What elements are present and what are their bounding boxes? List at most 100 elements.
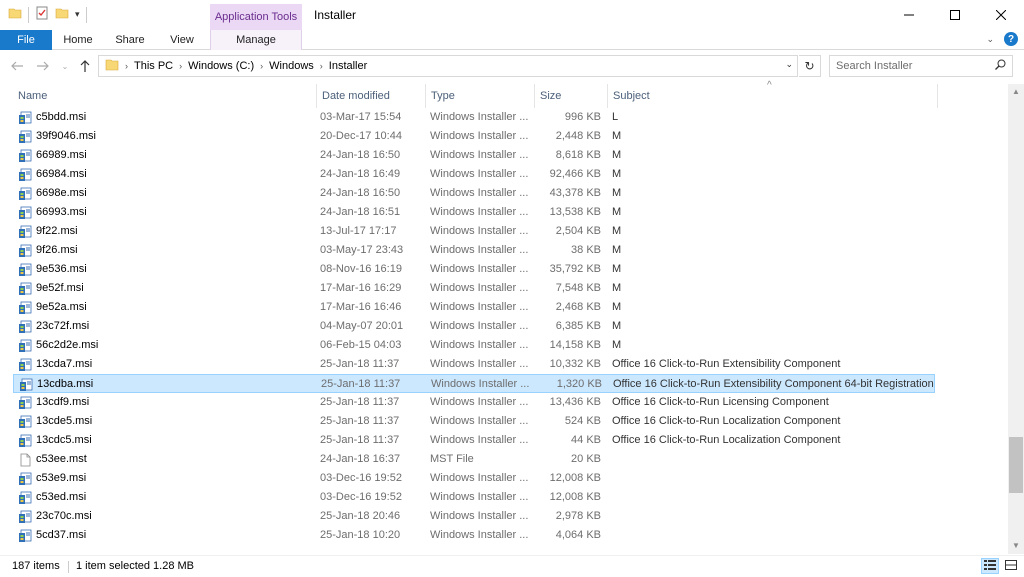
breadcrumb-windows[interactable]: Windows — [269, 60, 314, 72]
breadcrumb-this-pc[interactable]: This PC — [134, 60, 173, 72]
file-row[interactable]: 5cd37.msi 25-Jan-18 10:20 Windows Installe… — [13, 526, 935, 545]
column-header-size[interactable]: Size — [535, 84, 608, 108]
file-row[interactable]: c5bdd.msi 03-Mar-17 15:54 Windows Installe… — [13, 108, 935, 127]
chevron-down-icon[interactable]: ⌄ — [785, 59, 793, 70]
address-bar[interactable]: › This PC › Windows (C:) › Windows › Ins… — [98, 55, 798, 77]
chevron-right-icon[interactable]: › — [320, 61, 323, 71]
file-name-cell[interactable]: 9e52a.msi — [18, 298, 308, 317]
file-subject: M — [612, 149, 622, 161]
file-name-cell[interactable]: 66984.msi — [18, 165, 308, 184]
tab-view[interactable]: View — [156, 30, 208, 50]
file-row[interactable]: 39f9046.msi 20-Dec-17 10:44 Windows Instal… — [13, 127, 935, 146]
file-name-cell[interactable]: c53e9.msi — [18, 469, 308, 488]
file-name-cell[interactable]: c53ed.msi — [18, 488, 308, 507]
file-row[interactable]: 9f26.msi 03-May-17 23:43 Windows Installer… — [13, 241, 935, 260]
breadcrumb: › This PC › Windows (C:) › Windows › Ins… — [99, 58, 367, 74]
column-header-date[interactable]: Date modified — [317, 84, 426, 108]
recent-locations-icon[interactable]: ⌄ — [56, 56, 74, 76]
file-name-cell[interactable]: 13cdba.msi — [19, 375, 309, 394]
file-row[interactable]: 13cdba.msi 25-Jan-18 11:37 Windows Install… — [13, 374, 935, 393]
file-row[interactable]: 13cdc5.msi 25-Jan-18 11:37 Windows Install… — [13, 431, 935, 450]
column-header-type[interactable]: Type — [426, 84, 535, 108]
file-name-cell[interactable]: 13cde5.msi — [18, 412, 308, 431]
file-row[interactable]: 56c2d2e.msi 06-Feb-15 04:03 Windows Instal… — [13, 336, 935, 355]
file-date: 24-Jan-18 16:37 — [320, 453, 401, 465]
file-name-cell[interactable]: 66993.msi — [18, 203, 308, 222]
file-name-cell[interactable]: 66989.msi — [18, 146, 308, 165]
chevron-right-icon[interactable]: › — [179, 61, 182, 71]
file-name-cell[interactable]: 13cdf9.msi — [18, 393, 308, 412]
file-row[interactable]: 66984.msi 24-Jan-18 16:49 Windows Installe… — [13, 165, 935, 184]
file-row[interactable]: 66989.msi 24-Jan-18 16:50 Windows Installe… — [13, 146, 935, 165]
file-row[interactable]: 9f22.msi 13-Jul-17 17:17 Windows Installer… — [13, 222, 935, 241]
breadcrumb-installer[interactable]: Installer — [329, 60, 368, 72]
file-row[interactable]: 13cde5.msi 25-Jan-18 11:37 Windows Install… — [13, 412, 935, 431]
file-name-cell[interactable]: 13cdc5.msi — [18, 431, 308, 450]
help-icon[interactable]: ? — [1004, 32, 1018, 46]
file-row[interactable]: 13cdf9.msi 25-Jan-18 11:37 Windows Install… — [13, 393, 935, 412]
file-size: 92,466 KB — [549, 168, 601, 180]
file-name-cell[interactable]: 5cd37.msi — [18, 526, 308, 545]
file-subject: M — [612, 225, 622, 237]
status-divider — [68, 561, 69, 573]
file-row[interactable]: 23c72f.msi 04-May-07 20:01 Windows Install… — [13, 317, 935, 336]
scroll-up-icon[interactable]: ▲ — [1008, 84, 1024, 100]
chevron-right-icon[interactable]: › — [260, 61, 263, 71]
file-name: 5cd37.msi — [36, 529, 87, 541]
forward-button[interactable] — [34, 56, 52, 76]
file-name-cell[interactable]: 39f9046.msi — [18, 127, 308, 146]
file-row[interactable]: 9e52a.msi 17-Mar-16 16:46 Windows Installe… — [13, 298, 935, 317]
breadcrumb-drive[interactable]: Windows (C:) — [188, 60, 254, 72]
file-name-cell[interactable]: 23c72f.msi — [18, 317, 308, 336]
close-button[interactable] — [978, 0, 1024, 30]
scroll-down-icon[interactable]: ▼ — [1008, 538, 1024, 554]
large-icons-view-button[interactable] — [1002, 558, 1020, 574]
file-name-cell[interactable]: c53ee.mst — [18, 450, 308, 469]
file-size: 13,436 KB — [549, 396, 601, 408]
tab-share[interactable]: Share — [104, 30, 156, 50]
large-icons-view-icon — [1005, 559, 1017, 573]
file-date: 20-Dec-17 10:44 — [320, 130, 402, 142]
details-view-button[interactable] — [981, 558, 999, 574]
column-header-subject[interactable]: Subject — [608, 84, 938, 108]
file-row[interactable]: 6698e.msi 24-Jan-18 16:50 Windows Installe… — [13, 184, 935, 203]
file-row[interactable]: 13cda7.msi 25-Jan-18 11:37 Windows Install… — [13, 355, 935, 374]
file-row[interactable]: c53ee.mst 24-Jan-18 16:37 MST File 20 KB — [13, 450, 935, 469]
file-type: Windows Installer ... — [430, 244, 529, 256]
tab-file[interactable]: File — [0, 30, 52, 50]
file-size: 524 KB — [564, 415, 601, 427]
scrollbar-thumb[interactable] — [1009, 437, 1023, 493]
file-row[interactable]: 66993.msi 24-Jan-18 16:51 Windows Installe… — [13, 203, 935, 222]
file-name-cell[interactable]: 56c2d2e.msi — [18, 336, 308, 355]
file-name-cell[interactable]: c5bdd.msi — [18, 108, 308, 127]
navigation-bar: ⌄ › This PC › Windows (C:) › Windows › I… — [0, 54, 1024, 78]
file-name-cell[interactable]: 6698e.msi — [18, 184, 308, 203]
refresh-button[interactable]: ↻ — [799, 55, 821, 77]
file-name-cell[interactable]: 13cda7.msi — [18, 355, 308, 374]
vertical-scrollbar[interactable]: ▲ ▼ — [1008, 84, 1024, 554]
file-row[interactable]: 9e52f.msi 17-Mar-16 16:29 Windows Installe… — [13, 279, 935, 298]
back-button[interactable] — [8, 56, 26, 76]
file-name-cell[interactable]: 23c70c.msi — [18, 507, 308, 526]
file-row[interactable]: 23c70c.msi 25-Jan-18 20:46 Windows Install… — [13, 507, 935, 526]
file-name-cell[interactable]: 9f22.msi — [18, 222, 308, 241]
search-input[interactable]: Search Installer — [829, 55, 1013, 77]
properties-icon[interactable] — [35, 6, 49, 23]
file-row[interactable]: c53ed.msi 03-Dec-16 19:52 Windows Installe… — [13, 488, 935, 507]
file-name-cell[interactable]: 9e52f.msi — [18, 279, 308, 298]
minimize-button[interactable] — [886, 0, 932, 30]
column-header-name[interactable]: Name — [13, 84, 317, 108]
new-folder-icon[interactable] — [55, 6, 69, 23]
file-row[interactable]: 9e536.msi 08-Nov-16 16:19 Windows Installe… — [13, 260, 935, 279]
customize-qat-icon[interactable]: ▾ — [75, 9, 80, 20]
file-name-cell[interactable]: 9e536.msi — [18, 260, 308, 279]
expand-ribbon-icon[interactable]: ⌄ — [986, 34, 994, 45]
file-type: Windows Installer ... — [430, 415, 529, 427]
file-name-cell[interactable]: 9f26.msi — [18, 241, 308, 260]
maximize-button[interactable] — [932, 0, 978, 30]
up-button[interactable] — [76, 56, 94, 76]
file-row[interactable]: c53e9.msi 03-Dec-16 19:52 Windows Installe… — [13, 469, 935, 488]
tab-manage[interactable]: Manage — [210, 30, 302, 50]
file-size: 4,064 KB — [555, 529, 601, 541]
tab-home[interactable]: Home — [52, 30, 104, 50]
